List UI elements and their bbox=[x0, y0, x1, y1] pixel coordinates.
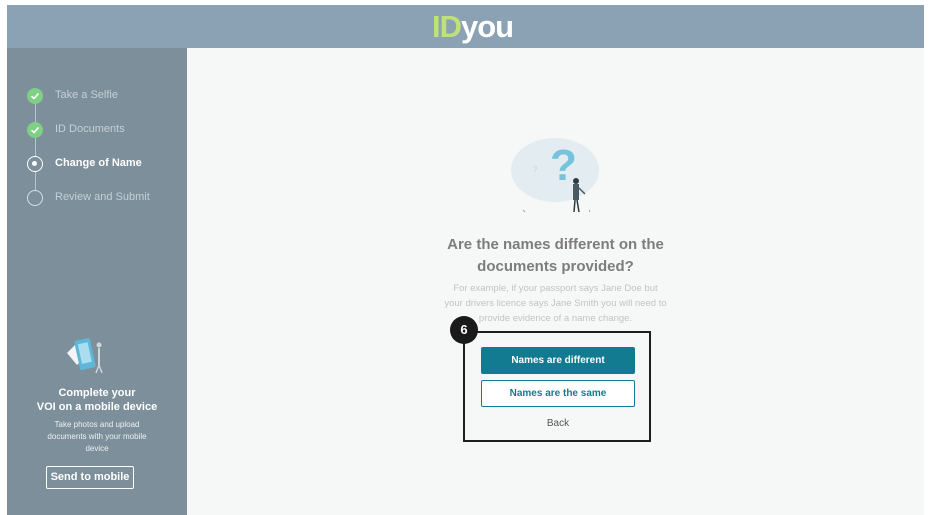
mobile-promo-title-line: VOI on a mobile device bbox=[36, 401, 158, 413]
names-are-the-same-button[interactable]: Names are the same bbox=[481, 380, 635, 407]
step-label: Change of Name bbox=[55, 157, 142, 169]
logo-id-text: ID bbox=[432, 9, 462, 44]
names-are-different-button[interactable]: Names are different bbox=[481, 347, 635, 374]
step-review-and-submit[interactable]: Review and Submit bbox=[7, 190, 187, 210]
mobile-promo-title-line: Complete your bbox=[58, 387, 136, 399]
helper-line: your drivers licence says Jane Smith you… bbox=[444, 298, 667, 309]
main-content: ? ? Are the names different on the docum… bbox=[187, 48, 924, 515]
svg-text:?: ? bbox=[533, 165, 538, 174]
send-to-mobile-button[interactable]: Send to mobile bbox=[46, 466, 134, 489]
check-icon bbox=[27, 88, 43, 104]
mobile-device-illustration bbox=[67, 338, 103, 374]
question-mark-illustration: ? ? bbox=[511, 138, 599, 213]
question-heading: Are the names different on the documents… bbox=[187, 234, 924, 278]
helper-line: provide evidence of a name change. bbox=[478, 313, 633, 324]
question-line: documents provided? bbox=[477, 258, 634, 275]
progress-sidebar: Take a Selfie ID Documents Change of Nam… bbox=[7, 48, 187, 515]
logo-you-text: you bbox=[461, 9, 514, 44]
step-label: Take a Selfie bbox=[55, 89, 118, 101]
mobile-promo-text: Take photos and upload documents with yo… bbox=[7, 419, 187, 455]
step-id-documents[interactable]: ID Documents bbox=[7, 122, 187, 142]
mobile-promo-title: Complete your VOI on a mobile device bbox=[7, 386, 187, 414]
annotation-badge: 6 bbox=[450, 316, 478, 344]
mobile-promo-text-line: Take photos and upload bbox=[54, 420, 140, 429]
step-change-of-name[interactable]: Change of Name bbox=[7, 156, 187, 176]
svg-text:?: ? bbox=[550, 141, 577, 190]
header-bar: IDyou bbox=[7, 5, 924, 48]
check-icon bbox=[27, 122, 43, 138]
mobile-promo-text-line: device bbox=[85, 444, 109, 453]
pending-step-icon bbox=[27, 190, 43, 206]
step-label: ID Documents bbox=[55, 123, 125, 135]
step-take-a-selfie[interactable]: Take a Selfie bbox=[7, 88, 187, 108]
idyou-logo: IDyou bbox=[432, 8, 514, 46]
back-link[interactable]: Back bbox=[481, 418, 635, 429]
helper-text: For example, if your passport says Jane … bbox=[187, 281, 924, 326]
mobile-promo-text-line: documents with your mobile bbox=[47, 432, 147, 441]
current-step-icon bbox=[27, 156, 43, 172]
helper-line: For example, if your passport says Jane … bbox=[453, 283, 658, 294]
question-line: Are the names different on the bbox=[447, 236, 664, 253]
step-label: Review and Submit bbox=[55, 191, 150, 203]
